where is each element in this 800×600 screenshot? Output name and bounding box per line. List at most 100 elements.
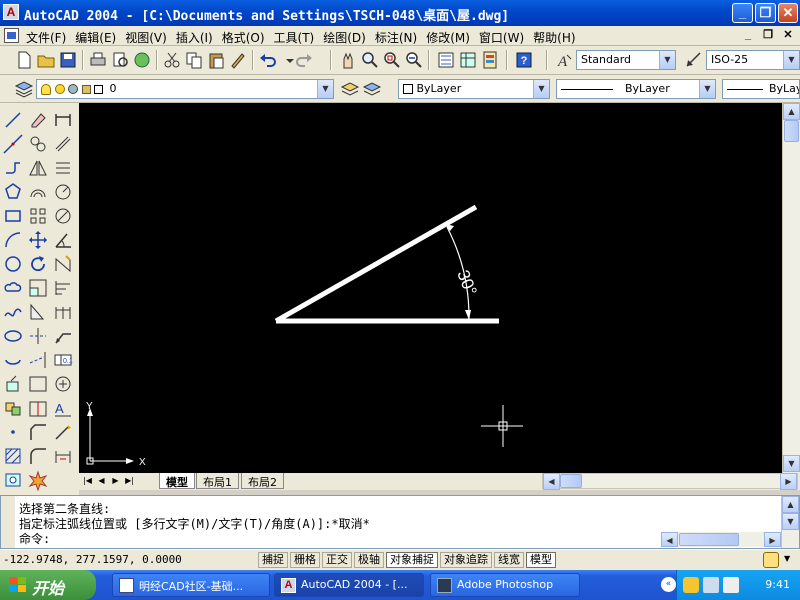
lock-icon[interactable] [81, 84, 91, 94]
mirror-icon[interactable] [27, 157, 49, 179]
command-scroll-down[interactable]: ▼ [782, 513, 799, 530]
chevron-down-icon[interactable]: ▼ [659, 51, 675, 69]
dimension-style-icon[interactable] [684, 50, 704, 70]
layer-manager-icon[interactable] [14, 79, 34, 99]
minimize-button[interactable]: _ [732, 3, 753, 23]
layer-previous-icon[interactable] [362, 79, 382, 99]
inclined-line[interactable] [274, 204, 478, 324]
doc-close-button[interactable]: ✕ [780, 27, 796, 43]
menu-help[interactable]: 帮助(H) [531, 28, 582, 46]
trim-icon[interactable] [27, 325, 49, 347]
network-icon[interactable] [703, 577, 719, 593]
vertical-scrollbar[interactable]: ▲ ▼ [782, 103, 800, 473]
tray-expand-icon[interactable]: « [661, 577, 676, 592]
rectangle-icon[interactable] [2, 205, 24, 227]
text-style-icon[interactable]: A [554, 50, 574, 70]
arc-icon[interactable] [2, 229, 24, 251]
tool-palettes-icon[interactable] [480, 50, 500, 70]
scroll-up-button[interactable]: ▲ [783, 103, 800, 120]
polyline-icon[interactable] [2, 157, 24, 179]
radius-dimension-icon[interactable] [52, 181, 74, 203]
angular-dimension-icon[interactable] [52, 229, 74, 251]
save-icon[interactable] [58, 50, 78, 70]
last-tab-button[interactable]: ▶| [123, 474, 136, 488]
explode-icon[interactable] [27, 469, 49, 492]
chamfer-icon[interactable] [27, 421, 49, 443]
security-shield-icon[interactable] [683, 577, 699, 593]
move-icon[interactable] [27, 229, 49, 251]
model-space-toggle[interactable]: 模型 [526, 552, 556, 568]
clock[interactable]: 9:41 [765, 578, 790, 591]
zoom-previous-icon[interactable] [404, 50, 424, 70]
offset-icon[interactable] [27, 181, 49, 203]
prev-tab-button[interactable]: ◀ [95, 474, 108, 488]
paste-icon[interactable] [206, 50, 226, 70]
dimension-text-edit-icon[interactable] [52, 421, 74, 443]
undo-dropdown-icon[interactable] [280, 50, 294, 70]
command-scroll-up[interactable]: ▲ [782, 496, 799, 513]
make-block-icon[interactable] [2, 397, 24, 419]
break-at-point-icon[interactable] [27, 397, 49, 419]
grid-toggle[interactable]: 栅格 [290, 552, 320, 568]
menu-tools[interactable]: 工具(T) [272, 28, 322, 46]
horizontal-scroll-thumb[interactable] [560, 474, 582, 488]
erase-icon[interactable] [27, 109, 49, 131]
drawing-canvas[interactable]: 30° Y X [79, 103, 782, 473]
command-prompt[interactable]: 命令: [19, 530, 50, 547]
ortho-toggle[interactable]: 正交 [322, 552, 352, 568]
command-scroll-right[interactable]: ▶ [764, 532, 781, 547]
tab-layout1[interactable]: 布局1 [196, 473, 239, 489]
insert-block-icon[interactable] [2, 373, 24, 395]
doc-restore-button[interactable]: ❐ [760, 27, 776, 43]
rotate-icon[interactable] [27, 253, 49, 275]
zoom-realtime-icon[interactable] [360, 50, 380, 70]
layer-combo[interactable]: 0 ▼ [36, 79, 334, 99]
ellipse-icon[interactable] [2, 325, 24, 347]
command-hscrollbar[interactable]: ◀ ▶ [661, 532, 781, 547]
scroll-right-button[interactable]: ▶ [780, 473, 797, 490]
coordinate-readout[interactable]: -122.9748, 277.1597, 0.0000 [3, 553, 182, 566]
quick-leader-icon[interactable] [52, 325, 74, 347]
lineweight-toggle[interactable]: 线宽 [494, 552, 524, 568]
chevron-down-icon[interactable]: ▼ [317, 80, 333, 98]
copy-icon[interactable] [184, 50, 204, 70]
tab-model[interactable]: 模型 [159, 473, 195, 489]
diameter-dimension-icon[interactable] [52, 205, 74, 227]
undo-icon[interactable] [258, 50, 278, 70]
chevron-down-icon[interactable]: ▼ [783, 51, 799, 69]
scroll-left-button[interactable]: ◀ [543, 473, 560, 490]
chevron-down-icon[interactable]: ▼ [699, 80, 715, 98]
horizontal-scrollbar[interactable]: ◀ ▶ [542, 473, 798, 490]
restore-button[interactable]: ❐ [755, 3, 776, 23]
revision-cloud-icon[interactable] [2, 277, 24, 299]
menu-draw[interactable]: 绘图(D) [321, 28, 373, 46]
ellipse-arc-icon[interactable] [2, 349, 24, 371]
ordinate-dimension-icon[interactable] [52, 157, 74, 179]
close-button[interactable]: ✕ [778, 3, 798, 23]
fillet-icon[interactable] [27, 445, 49, 467]
linetype-combo[interactable]: ByLayer ▼ [556, 79, 716, 99]
start-button[interactable]: 开始 [0, 570, 96, 600]
properties-icon[interactable] [436, 50, 456, 70]
spline-icon[interactable] [2, 301, 24, 323]
redo-icon[interactable] [294, 50, 314, 70]
publish-icon[interactable] [132, 50, 152, 70]
realtime-pan-icon[interactable] [338, 50, 358, 70]
snap-toggle[interactable]: 捕捉 [258, 552, 288, 568]
make-object-layer-current-icon[interactable] [340, 79, 360, 99]
freeze-viewport-icon[interactable] [68, 84, 78, 94]
task-photoshop[interactable]: Adobe Photoshop [430, 573, 580, 597]
lineweight-combo[interactable]: ByLayer [722, 79, 800, 99]
aligned-dimension-icon[interactable] [52, 133, 74, 155]
task-autocad[interactable]: A AutoCAD 2004 - [... [274, 573, 424, 597]
dimension-update-icon[interactable] [52, 445, 74, 467]
break-icon[interactable] [27, 373, 49, 395]
hatch-icon[interactable] [2, 445, 24, 467]
array-icon[interactable] [27, 205, 49, 227]
open-folder-icon[interactable] [36, 50, 56, 70]
print-icon[interactable] [88, 50, 108, 70]
help-icon[interactable]: ? [514, 50, 534, 70]
region-icon[interactable] [2, 469, 24, 491]
lightbulb-icon[interactable] [41, 83, 51, 95]
menu-dimension[interactable]: 标注(N) [373, 28, 424, 46]
